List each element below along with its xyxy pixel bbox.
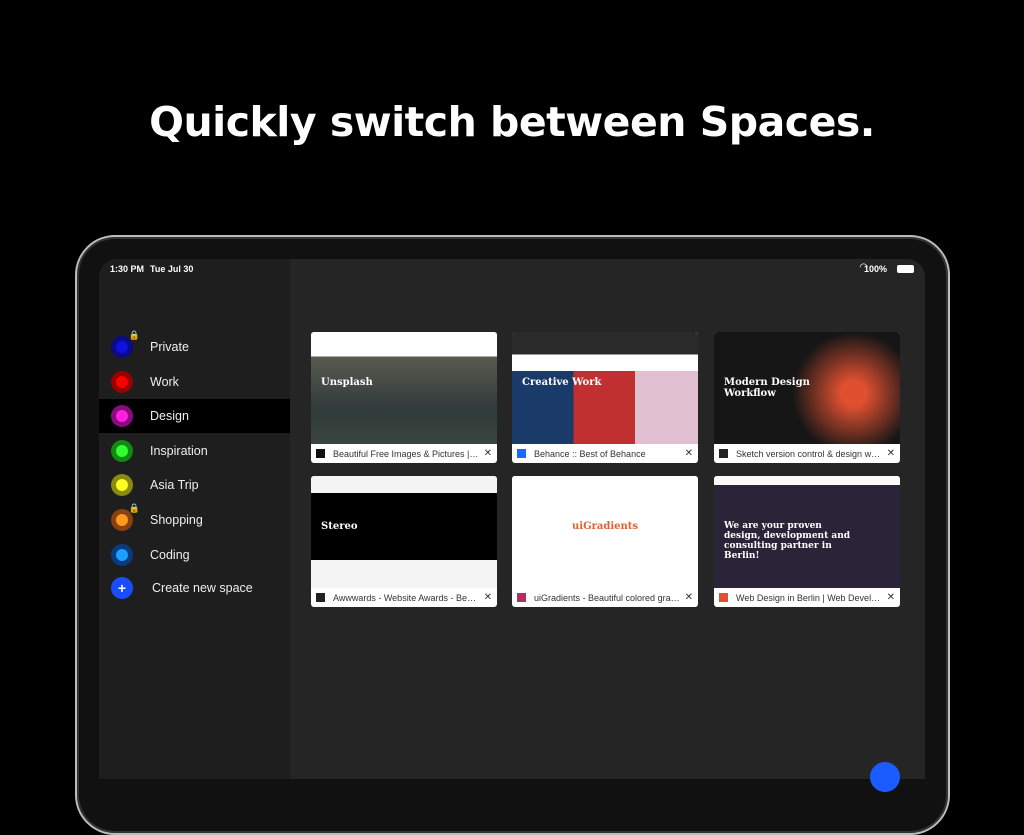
tab-title: Awwwards - Website Awards - Best Web Des… [333,592,480,603]
tab-thumbnail: Modern Design Workflow [714,332,900,444]
spaces-sidebar: 1:30 PM Tue Jul 30 🔒 Private Work Design Ins… [99,259,290,779]
close-tab-icon[interactable]: ✕ [887,592,895,603]
thumbnail-heading: Modern Design Workflow [724,377,810,399]
tab-title: Web Design in Berlin | Web Development [736,592,883,603]
tab-thumbnail: Unsplash [311,332,497,444]
space-item[interactable]: 🔒 Private [99,330,290,364]
status-time: 1:30 PM [110,264,145,274]
tab-caption: Behance :: Best of Behance ✕ [512,444,698,463]
thumbnail-heading: Unsplash [321,377,373,388]
space-item[interactable]: Asia Trip [99,468,290,502]
wifi-icon: ◠ [859,262,868,273]
tab-caption: Web Design in Berlin | Web Development ✕ [714,588,900,607]
space-color-icon: 🔒 [111,330,140,358]
space-label: Shopping [150,513,203,527]
space-label: Work [150,374,179,389]
space-color-icon [111,474,133,497]
status-date: Tue Jul 30 [150,264,194,274]
tab-card[interactable]: Unsplash Beautiful Free Images & Picture… [311,332,497,463]
lock-icon: 🔒 [128,330,140,340]
space-item[interactable]: Design [99,399,290,434]
space-item[interactable]: Coding [99,538,290,572]
screen: 1:30 PM Tue Jul 30 🔒 Private Work Design Ins… [99,259,925,779]
close-tab-icon[interactable]: ✕ [484,448,492,459]
space-item[interactable]: Inspiration [99,434,290,468]
battery-icon [897,265,914,273]
tab-caption: Beautiful Free Images & Pictures | Unspl… [311,444,497,463]
tab-title: Behance :: Best of Behance [534,448,646,459]
tab-caption: Sketch version control & design workflow… [714,444,900,463]
awwwards-icon [316,593,325,602]
close-tab-icon[interactable]: ✕ [685,592,693,603]
close-tab-icon[interactable]: ✕ [887,448,895,459]
tab-card[interactable]: uiGradients uiGradients - Beautiful colo… [512,476,698,607]
space-item[interactable]: Work [99,365,290,399]
plus-icon: + [111,577,133,599]
close-tab-icon[interactable]: ✕ [484,592,492,603]
space-label: Coding [150,547,190,562]
tab-caption: uiGradients - Beautiful colored gradient… [512,588,698,607]
abstract-icon [719,449,728,458]
space-color-icon [111,405,133,428]
tab-thumbnail: Creative Work [512,332,698,444]
agency-icon [719,593,728,602]
space-color-icon [111,370,133,393]
close-tab-icon[interactable]: ✕ [685,448,693,459]
behance-icon [517,449,526,458]
thumbnail-heading: We are your proven design, development a… [724,521,851,561]
create-space-label: Create new space [152,581,253,595]
tab-card[interactable]: We are your proven design, development a… [714,476,900,607]
tab-title: Beautiful Free Images & Pictures | Unspl… [333,448,480,459]
tab-card[interactable]: Stereo Awwwards - Website Awards - Best … [311,476,497,607]
lock-icon: 🔒 [128,503,140,513]
tab-title: uiGradients - Beautiful colored gradient… [534,592,681,603]
unsplash-icon [316,449,325,458]
tab-card[interactable]: Creative Work Behance :: Best of Behance… [512,332,698,463]
tab-thumbnail: uiGradients [512,476,698,588]
create-space-button[interactable]: + Create new space [99,571,290,605]
tab-title: Sketch version control & design workflow [736,448,883,459]
new-tab-button[interactable] [870,762,900,792]
space-label: Design [150,409,189,424]
space-color-icon [111,543,133,566]
headline: Quickly switch between Spaces. [149,98,875,146]
space-item[interactable]: 🔒 Shopping [99,503,290,537]
tab-card[interactable]: Modern Design Workflow Sketch version co… [714,332,900,463]
thumbnail-heading: Creative Work [522,377,602,388]
thumbnail-heading: Stereo [321,521,358,532]
space-label: Private [150,340,189,354]
tab-caption: Awwwards - Website Awards - Best Web Des… [311,588,497,607]
space-label: Inspiration [150,443,208,458]
thumbnail-heading: uiGradients [572,521,639,532]
space-label: Asia Trip [150,478,199,493]
uigradients-icon [517,593,526,602]
tab-thumbnail: Stereo [311,476,497,588]
space-color-icon [111,439,133,462]
tab-thumbnail: We are your proven design, development a… [714,476,900,588]
space-color-icon: 🔒 [111,503,140,531]
